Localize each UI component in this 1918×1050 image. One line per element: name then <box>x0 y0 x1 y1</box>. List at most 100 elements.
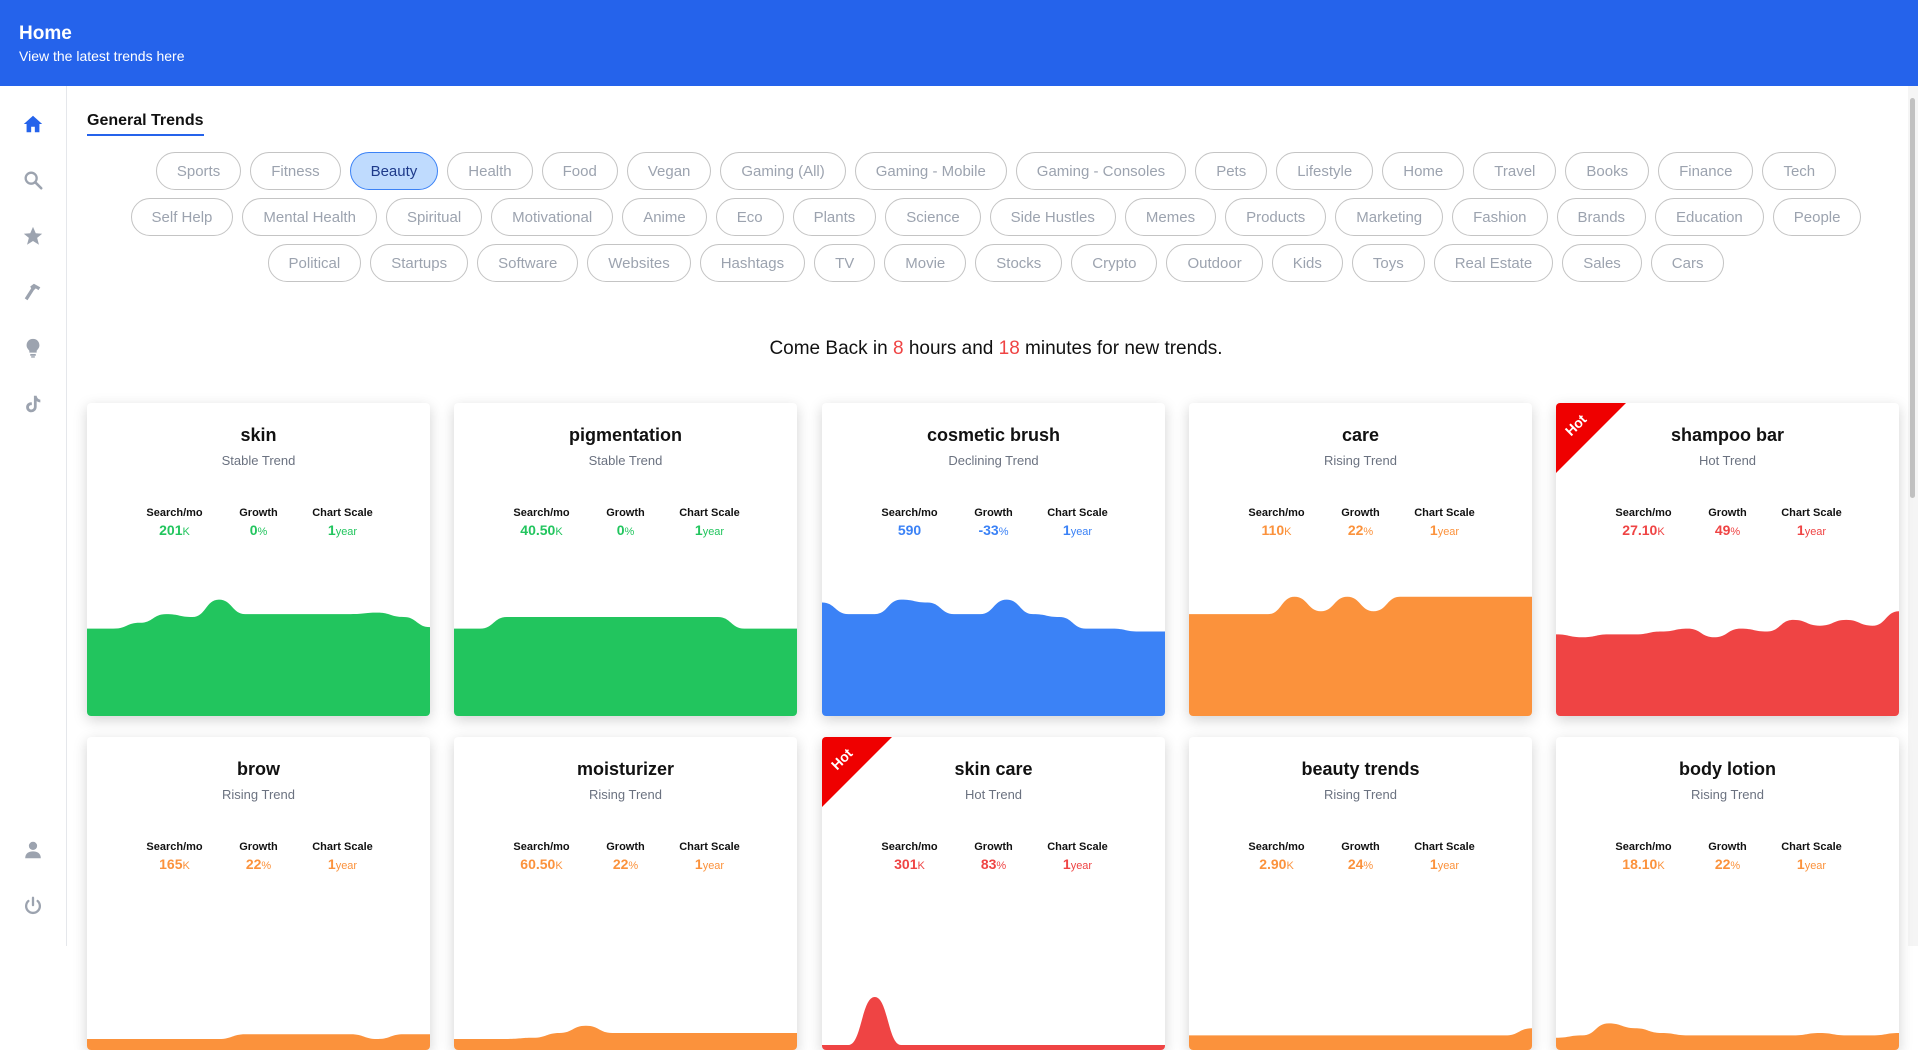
countdown-minutes: 18 <box>998 338 1020 359</box>
stat-number: 40.50 <box>520 522 556 538</box>
category-chip-beauty[interactable]: Beauty <box>349 152 439 190</box>
category-chip-startups[interactable]: Startups <box>370 244 469 282</box>
stat-label: Chart Scale <box>1047 507 1108 519</box>
category-chip-gaming-all[interactable]: Gaming (All) <box>720 152 846 190</box>
trend-card[interactable]: beauty trends Rising Trend Search/mo 2.90K G… <box>1189 737 1532 1050</box>
category-chip-anime[interactable]: Anime <box>622 198 707 236</box>
category-chip-outdoor[interactable]: Outdoor <box>1166 244 1263 282</box>
trend-chart <box>87 599 430 716</box>
category-chip-motivational[interactable]: Motivational <box>491 198 614 236</box>
category-chip-real-estate[interactable]: Real Estate <box>1433 244 1554 282</box>
category-chip-products[interactable]: Products <box>1225 198 1327 236</box>
trend-card[interactable]: moisturizer Rising Trend Search/mo 60.50K Gr… <box>454 737 797 1050</box>
category-chip-movie[interactable]: Movie <box>884 244 967 282</box>
category-chip-cars[interactable]: Cars <box>1650 244 1725 282</box>
stat-unit: % <box>996 860 1007 872</box>
category-chip-stocks[interactable]: Stocks <box>975 244 1063 282</box>
category-chip-gaming-consoles[interactable]: Gaming - Consoles <box>1015 152 1187 190</box>
category-chip-pets[interactable]: Pets <box>1195 152 1268 190</box>
category-chip-software[interactable]: Software <box>477 244 579 282</box>
stat-value: 49% <box>1686 522 1770 538</box>
trend-card[interactable]: skin care Hot Trend Search/mo 301K Growth 83%… <box>822 737 1165 1050</box>
hot-ribbon: Hot <box>822 737 892 807</box>
stat-number: 590 <box>897 522 922 538</box>
trend-card[interactable]: shampoo bar Hot Trend Search/mo 27.10K Growt… <box>1556 403 1899 716</box>
category-chip-plants[interactable]: Plants <box>792 198 877 236</box>
trend-card[interactable]: care Rising Trend Search/mo 110K Growth 22% Ch… <box>1189 403 1532 716</box>
stat-number: 1 <box>327 522 336 538</box>
page-scrollbar[interactable] <box>1908 86 1918 946</box>
category-chip-eco[interactable]: Eco <box>715 198 784 236</box>
section-title[interactable]: General Trends <box>87 112 204 136</box>
category-chip-brands[interactable]: Brands <box>1556 198 1647 236</box>
lightbulb-icon[interactable] <box>21 336 45 360</box>
trend-type: Rising Trend <box>589 787 662 802</box>
trend-card[interactable]: brow Rising Trend Search/mo 165K Growth 22% Ch… <box>87 737 430 1050</box>
stat-label: Search/mo <box>513 841 570 853</box>
countdown-mid: hours and <box>903 338 999 359</box>
stat-unit: year <box>702 526 725 538</box>
home-icon[interactable] <box>21 112 45 136</box>
category-chip-marketing[interactable]: Marketing <box>1335 198 1444 236</box>
stat-value: 22% <box>1686 856 1770 872</box>
stat-value: 1year <box>668 856 752 872</box>
trend-card[interactable]: cosmetic brush Declining Trend Search/mo 59… <box>822 403 1165 716</box>
trend-card[interactable]: pigmentation Stable Trend Search/mo 40.50K G… <box>454 403 797 716</box>
category-chip-home[interactable]: Home <box>1382 152 1465 190</box>
category-chip-mental-health[interactable]: Mental Health <box>242 198 377 236</box>
category-chip-toys[interactable]: Toys <box>1351 244 1425 282</box>
star-icon[interactable] <box>21 224 45 248</box>
category-chip-self-help[interactable]: Self Help <box>130 198 234 236</box>
category-chip-health[interactable]: Health <box>447 152 533 190</box>
category-chip-hashtags[interactable]: Hashtags <box>699 244 806 282</box>
user-icon[interactable] <box>21 838 45 862</box>
category-chip-sports[interactable]: Sports <box>155 152 242 190</box>
trend-card[interactable]: skin Stable Trend Search/mo 201K Growth 0% Cha… <box>87 403 430 716</box>
category-chip-vegan[interactable]: Vegan <box>626 152 712 190</box>
hot-ribbon: Hot <box>1556 403 1626 473</box>
category-chip-finance[interactable]: Finance <box>1658 152 1754 190</box>
category-chip-gaming-mobile[interactable]: Gaming - Mobile <box>854 152 1007 190</box>
power-icon[interactable] <box>21 894 45 918</box>
category-chip-education[interactable]: Education <box>1655 198 1764 236</box>
stat-unit: % <box>624 526 635 538</box>
stat-growth: Growth 22% <box>584 841 668 872</box>
stat-value: 1year <box>1036 856 1120 872</box>
category-chip-travel[interactable]: Travel <box>1473 152 1557 190</box>
category-chip-books[interactable]: Books <box>1565 152 1650 190</box>
hammer-icon[interactable] <box>21 280 45 304</box>
category-chip-spiritual[interactable]: Spiritual <box>385 198 483 236</box>
stat-growth: Growth 24% <box>1319 841 1403 872</box>
category-chip-lifestyle[interactable]: Lifestyle <box>1276 152 1374 190</box>
search-icon[interactable] <box>21 168 45 192</box>
trend-chart <box>1189 596 1532 716</box>
category-chip-memes[interactable]: Memes <box>1124 198 1217 236</box>
tiktok-icon[interactable] <box>21 392 45 416</box>
category-chip-crypto[interactable]: Crypto <box>1071 244 1158 282</box>
category-chip-tv[interactable]: TV <box>814 244 876 282</box>
stat-number: 18.10 <box>1622 856 1658 872</box>
category-chip-food[interactable]: Food <box>541 152 618 190</box>
stat-search: Search/mo 27.10K <box>1602 507 1686 538</box>
category-chip-sales[interactable]: Sales <box>1562 244 1642 282</box>
scrollbar-thumb[interactable] <box>1910 98 1915 498</box>
category-chip-side-hustles[interactable]: Side Hustles <box>989 198 1116 236</box>
stat-label: Chart Scale <box>1781 841 1842 853</box>
category-chip-people[interactable]: People <box>1772 198 1862 236</box>
category-chip-political[interactable]: Political <box>267 244 362 282</box>
trend-card[interactable]: body lotion Rising Trend Search/mo 18.10K Gr… <box>1556 737 1899 1050</box>
category-chip-tech[interactable]: Tech <box>1762 152 1837 190</box>
stat-number: 22 <box>245 856 262 872</box>
trend-area <box>1189 596 1532 716</box>
category-chip-websites[interactable]: Websites <box>587 244 691 282</box>
stat-label: Growth <box>606 841 645 853</box>
chip-row: Political Startups Software Websites Hashtag… <box>87 244 1905 282</box>
category-chip-science[interactable]: Science <box>885 198 981 236</box>
category-chip-fashion[interactable]: Fashion <box>1452 198 1548 236</box>
stat-value: 110K <box>1235 522 1319 538</box>
stat-value: 301K <box>868 856 952 872</box>
page-title: Home <box>19 23 72 44</box>
trend-title: skin <box>240 425 277 445</box>
category-chip-fitness[interactable]: Fitness <box>250 152 341 190</box>
category-chip-kids[interactable]: Kids <box>1271 244 1343 282</box>
